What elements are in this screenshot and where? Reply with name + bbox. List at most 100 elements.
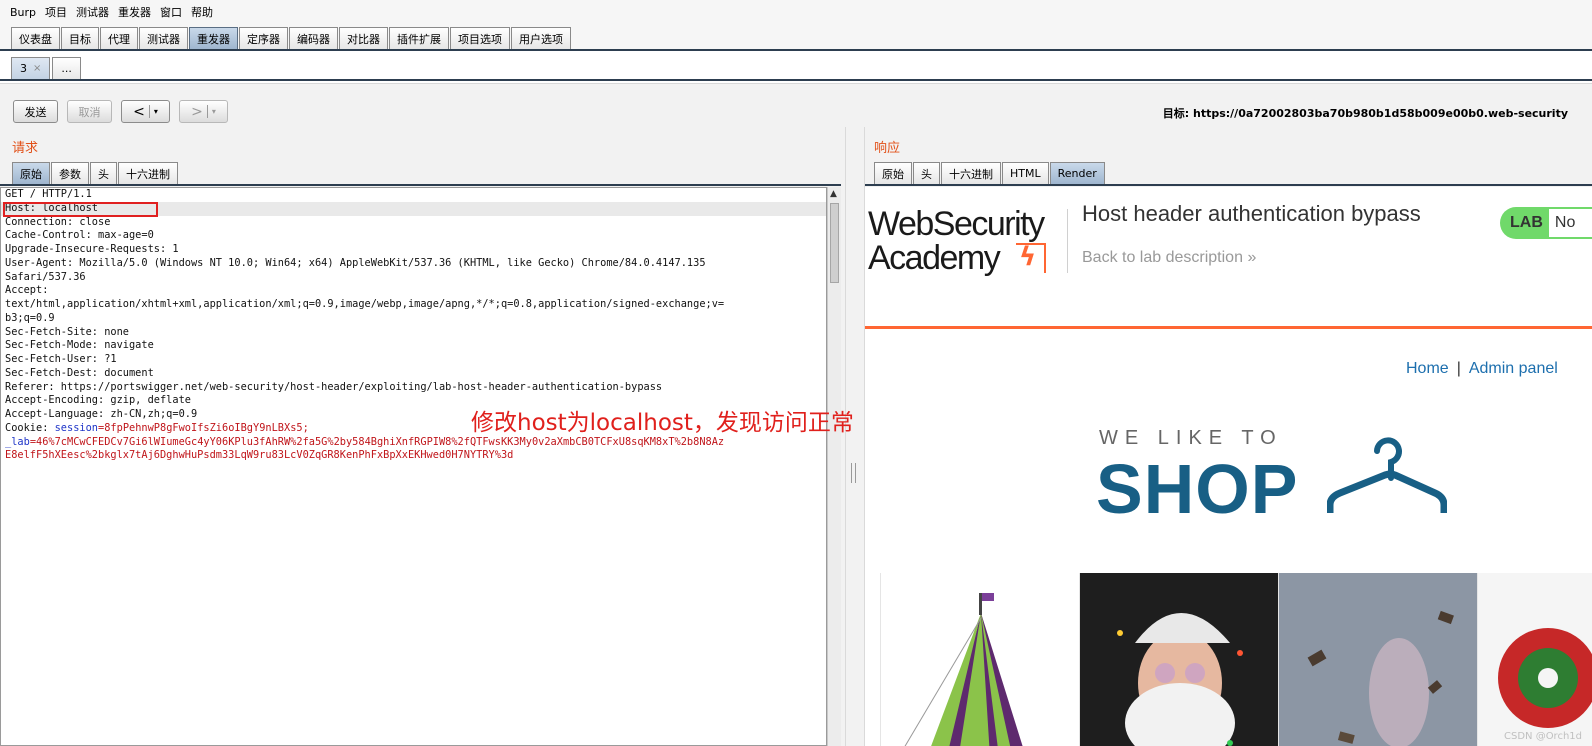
tab-comparer[interactable]: 对比器 <box>339 27 388 49</box>
menu-window[interactable]: 窗口 <box>160 4 182 20</box>
request-line: Connection: close <box>5 215 111 228</box>
separator <box>206 105 208 118</box>
new-tab-button[interactable]: ... <box>52 57 81 79</box>
tab-repeater[interactable]: 重发器 <box>189 27 238 49</box>
tab-html[interactable]: HTML <box>1002 162 1049 184</box>
tab-raw[interactable]: 原始 <box>874 162 912 184</box>
lab-title: Host header authentication bypass <box>1082 201 1421 226</box>
tab-hex[interactable]: 十六进制 <box>941 162 1001 184</box>
cookie-lab-key: _lab <box>5 435 30 448</box>
request-line: Cache-Control: max-age=0 <box>5 229 154 242</box>
cookie-session-value: =8fpPehnwP8gFwoIfsZi6oIBgY9nLBXs5; <box>98 421 309 434</box>
close-icon[interactable]: × <box>33 63 41 74</box>
lab-badge-status: No <box>1548 209 1592 237</box>
tab-params[interactable]: 参数 <box>51 162 89 184</box>
dropdown-icon[interactable]: ▾ <box>154 107 158 116</box>
site-nav: Home | Admin panel <box>1406 360 1558 378</box>
tab-proxy[interactable]: 代理 <box>100 27 138 49</box>
send-button[interactable]: 发送 <box>13 100 58 123</box>
product-image-tent[interactable] <box>880 573 1079 746</box>
back-to-lab-link[interactable]: Back to lab description » <box>1082 249 1256 267</box>
chevron-right-icon: > <box>191 103 203 120</box>
request-line: Sec-Fetch-Site: none <box>5 325 129 338</box>
tab-intruder[interactable]: 测试器 <box>139 27 188 49</box>
annotation-note: 修改host为localhost，发现访问正常 <box>471 410 854 436</box>
tab-sequencer[interactable]: 定序器 <box>239 27 288 49</box>
lab-status-badge: LAB No <box>1500 207 1592 239</box>
tab-raw[interactable]: 原始 <box>12 162 50 184</box>
request-line: Sec-Fetch-Mode: navigate <box>5 339 154 352</box>
tab-extender[interactable]: 插件扩展 <box>389 27 449 49</box>
request-line: Accept: <box>5 284 49 297</box>
forward-button[interactable]: > ▾ <box>179 100 228 123</box>
request-line: Sec-Fetch-User: ?1 <box>5 353 117 365</box>
chevron-left-icon: < <box>133 103 145 120</box>
menu-burp[interactable]: Burp <box>10 6 36 19</box>
cookie-line: _lab=46%7cMCwCFEDCv7Gi6lWIumeGc4yY06KPlu… <box>1 436 826 450</box>
back-button[interactable]: < ▾ <box>121 100 170 123</box>
tab-underline <box>0 184 841 186</box>
back-link-label: Back to lab description <box>1082 249 1243 266</box>
cookie-lab-value: =46%7cMCwCFEDCv7Gi6lWIumeGc4yY06KPlu3fAh… <box>29 435 725 448</box>
request-line: Sec-Fetch-Dest: document <box>5 366 154 379</box>
cookie-lab-value-cont: E8elfF5hXEesc%2bkglx7tAj6DghwHuPsdm33LqW… <box>5 449 514 462</box>
menu-help[interactable]: 帮助 <box>191 4 213 20</box>
scroll-up-icon[interactable]: ▲ <box>830 189 837 199</box>
tab-underline <box>865 184 1592 186</box>
scroll-thumb[interactable] <box>830 203 839 283</box>
hanger-icon <box>1327 437 1447 513</box>
request-line: Referer: https://portswigger.net/web-sec… <box>5 380 663 393</box>
roulette-icon <box>1498 628 1592 728</box>
target-display[interactable]: 目标: https://0a72002803ba70b980b1d58b009e… <box>1163 105 1568 121</box>
tab-render[interactable]: Render <box>1049 162 1105 184</box>
menu-project[interactable]: 项目 <box>45 4 67 20</box>
separator <box>148 105 150 118</box>
target-label: 目标: <box>1162 107 1190 120</box>
repeater-toolbar: 发送 取消 < ▾ > ▾ 目标: https://0a72002803ba70… <box>0 83 1592 127</box>
repeater-tab-3[interactable]: 3 × <box>11 57 51 79</box>
rendered-page: WebSecurity Academy ϟ Host header authen… <box>865 187 1592 746</box>
tab-target[interactable]: 目标 <box>61 27 99 49</box>
dropdown-icon[interactable]: ▾ <box>212 107 216 116</box>
main-tab-bar: 仪表盘 目标 代理 测试器 重发器 定序器 编码器 对比器 插件扩展 项目选项 … <box>0 24 1592 51</box>
request-line: Upgrade-Insecure-Requests: 1 <box>5 243 179 255</box>
tab-project-options[interactable]: 项目选项 <box>450 27 510 49</box>
lightning-icon: ϟ <box>1019 242 1037 272</box>
product-image-santa[interactable] <box>1079 573 1278 746</box>
request-scrollbar[interactable]: ▲ <box>827 187 841 746</box>
tab-headers[interactable]: 头 <box>90 162 117 184</box>
request-line: b3;q=0.9 <box>5 311 55 324</box>
nav-admin-link[interactable]: Admin panel <box>1469 360 1558 377</box>
shop-tagline: WE LIKE TO <box>1099 427 1283 449</box>
tab-headers[interactable]: 头 <box>913 162 940 184</box>
cookie-line: E8elfF5hXEesc%2bkglx7tAj6DghwHuPsdm33LqW… <box>1 449 826 463</box>
menu-repeater[interactable]: 重发器 <box>118 4 151 20</box>
request-title: 请求 <box>12 141 39 156</box>
product-image-roulette[interactable] <box>1477 573 1592 746</box>
splitter-grip[interactable] <box>851 463 856 483</box>
cancel-button[interactable]: 取消 <box>67 100 112 123</box>
watermark: CSDN @Orch1d <box>1504 731 1582 742</box>
menu-intruder[interactable]: 测试器 <box>76 4 109 20</box>
shop-logo-text: SHOP <box>1096 450 1299 528</box>
request-editor[interactable]: GET / HTTP/1.1 Host: localhost Connectio… <box>0 187 827 746</box>
response-title: 响应 <box>874 141 901 156</box>
santa-icon <box>1117 613 1243 746</box>
tent-icon <box>904 593 1023 746</box>
tab-dashboard[interactable]: 仪表盘 <box>11 27 60 49</box>
header-rule <box>865 326 1592 329</box>
repeater-tab-label: 3 <box>20 62 27 75</box>
tab-user-options[interactable]: 用户选项 <box>511 27 571 49</box>
product-image-books[interactable] <box>1278 573 1477 746</box>
response-panel: 响应 原始 头 十六进制 HTML Render WebSecurity Aca… <box>865 127 1592 746</box>
product-grid <box>880 573 1592 746</box>
web-security-academy-logo: WebSecurity Academy ϟ <box>868 207 1063 277</box>
lab-badge-label: LAB <box>1510 214 1543 231</box>
request-line: Safari/537.36 <box>5 270 86 283</box>
request-line: GET / HTTP/1.1 <box>5 188 92 200</box>
logo-line-1: WebSecurity <box>868 205 1045 243</box>
tab-hex[interactable]: 十六进制 <box>118 162 178 184</box>
request-line: User-Agent: Mozilla/5.0 (Windows NT 10.0… <box>5 256 706 269</box>
nav-home-link[interactable]: Home <box>1406 360 1449 377</box>
tab-decoder[interactable]: 编码器 <box>289 27 338 49</box>
